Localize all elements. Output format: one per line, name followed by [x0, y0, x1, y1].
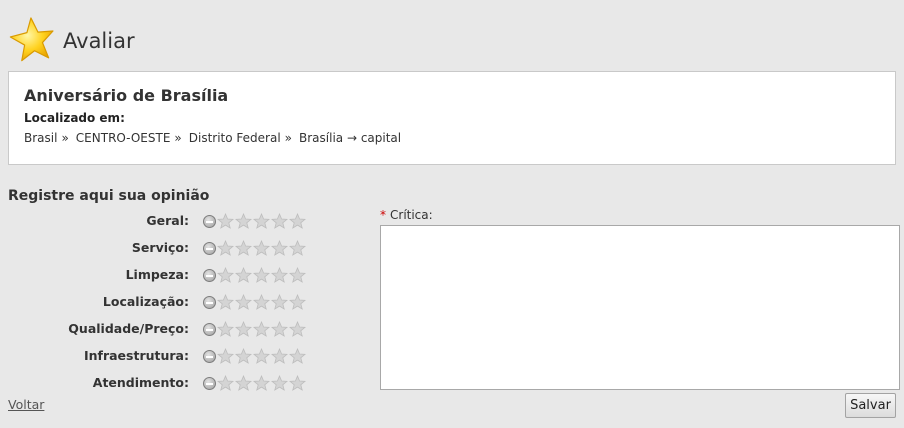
star-icon[interactable]: [289, 321, 306, 337]
rating-label: Limpeza:: [125, 267, 189, 282]
star-rating-widget: [203, 266, 306, 284]
star-icon[interactable]: [271, 348, 288, 364]
rating-label: Geral:: [146, 213, 189, 228]
cancel-rating-icon[interactable]: [203, 322, 216, 336]
breadcrumb-item[interactable]: CENTRO-OESTE: [76, 131, 171, 145]
star-logo-icon: [9, 17, 54, 62]
star-icon[interactable]: [253, 348, 270, 364]
cancel-rating-icon[interactable]: [203, 268, 216, 282]
star-icon[interactable]: [253, 294, 270, 310]
star-icon[interactable]: [271, 267, 288, 283]
review-label-text: Crítica:: [390, 208, 433, 222]
cancel-rating-icon[interactable]: [203, 241, 216, 255]
star-icon[interactable]: [253, 240, 270, 256]
star-icon[interactable]: [289, 294, 306, 310]
breadcrumb-item[interactable]: Brasília → capital: [299, 131, 401, 145]
star-icon[interactable]: [217, 213, 234, 229]
star-icon[interactable]: [217, 294, 234, 310]
star-icon[interactable]: [289, 348, 306, 364]
opinion-section-title: Registre aqui sua opinião: [8, 188, 210, 204]
save-button[interactable]: Salvar: [845, 393, 896, 418]
event-info-panel: Aniversário de Brasília Localizado em: B…: [8, 71, 896, 165]
star-icon[interactable]: [289, 213, 306, 229]
breadcrumb: Brasil » CENTRO-OESTE » Distrito Federal…: [24, 131, 401, 145]
star-rating-widget: [203, 320, 306, 338]
star-icon[interactable]: [253, 213, 270, 229]
star-icon[interactable]: [235, 240, 252, 256]
star-icon[interactable]: [289, 375, 306, 391]
star-icon[interactable]: [271, 294, 288, 310]
page-header: Avaliar: [8, 16, 135, 64]
star-icon[interactable]: [235, 213, 252, 229]
cancel-rating-icon[interactable]: [203, 295, 216, 309]
cancel-rating-icon[interactable]: [203, 376, 216, 390]
rating-row: Infraestrutura:: [8, 347, 308, 365]
breadcrumb-item[interactable]: Distrito Federal: [189, 131, 281, 145]
page-title: Avaliar: [63, 29, 135, 53]
rating-row: Geral:: [8, 212, 308, 230]
star-icon[interactable]: [235, 321, 252, 337]
cancel-rating-icon[interactable]: [203, 214, 216, 228]
star-icon[interactable]: [253, 321, 270, 337]
breadcrumb-separator: »: [61, 131, 69, 145]
breadcrumb-item[interactable]: Brasil: [24, 131, 57, 145]
star-icon[interactable]: [253, 267, 270, 283]
rating-row: Qualidade/Preço:: [8, 320, 308, 338]
star-icon[interactable]: [217, 240, 234, 256]
star-rating-widget: [203, 239, 306, 257]
star-rating-widget: [203, 347, 306, 365]
back-link[interactable]: Voltar: [8, 397, 44, 412]
star-icon[interactable]: [235, 294, 252, 310]
rating-label: Infraestrutura:: [83, 348, 189, 363]
event-name: Aniversário de Brasília: [24, 86, 229, 105]
star-icon[interactable]: [271, 321, 288, 337]
star-icon[interactable]: [217, 321, 234, 337]
review-label: * Crítica:: [380, 208, 433, 222]
breadcrumb-separator: »: [284, 131, 293, 145]
star-rating-widget: [203, 293, 306, 311]
rating-row: Atendimento:: [8, 374, 308, 392]
star-icon[interactable]: [271, 213, 288, 229]
rating-label: Qualidade/Preço:: [68, 321, 189, 336]
rating-label: Localização:: [102, 294, 189, 309]
breadcrumb-separator: »: [174, 131, 182, 145]
star-icon[interactable]: [289, 267, 306, 283]
rating-row: Localização:: [8, 293, 308, 311]
required-marker: *: [380, 208, 386, 222]
rating-label: Atendimento:: [92, 375, 189, 390]
star-icon[interactable]: [271, 240, 288, 256]
cancel-rating-icon[interactable]: [203, 349, 216, 363]
star-icon[interactable]: [271, 375, 288, 391]
rating-label: Serviço:: [131, 240, 189, 255]
star-icon[interactable]: [217, 348, 234, 364]
located-label: Localizado em:: [24, 111, 125, 125]
rating-row: Limpeza:: [8, 266, 308, 284]
star-icon[interactable]: [217, 267, 234, 283]
rating-row: Serviço:: [8, 239, 308, 257]
star-rating-widget: [203, 212, 306, 230]
star-icon[interactable]: [217, 375, 234, 391]
star-icon[interactable]: [235, 348, 252, 364]
star-icon[interactable]: [253, 375, 270, 391]
star-icon[interactable]: [235, 375, 252, 391]
review-textarea[interactable]: [380, 225, 900, 390]
star-rating-widget: [203, 374, 306, 392]
star-icon[interactable]: [235, 267, 252, 283]
star-icon[interactable]: [289, 240, 306, 256]
